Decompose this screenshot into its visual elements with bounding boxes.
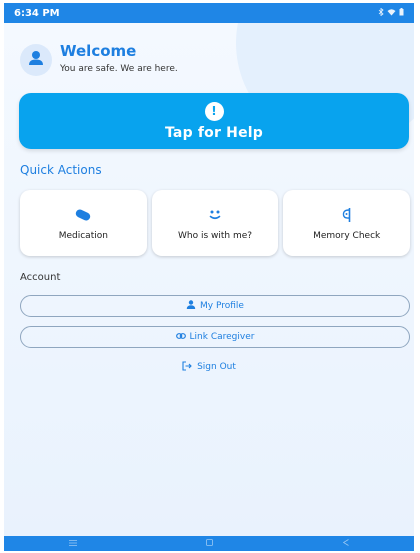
home-screen: Welcome You are safe. We are here. ! Tap…: [4, 23, 414, 536]
bluetooth-icon: [378, 7, 384, 18]
logout-icon: [182, 360, 192, 374]
sign-out-label: Sign Out: [197, 362, 236, 372]
account-title: Account: [20, 272, 61, 283]
sign-out-button[interactable]: Sign Out: [4, 360, 414, 374]
welcome-header: Welcome You are safe. We are here.: [20, 41, 178, 76]
status-time: 6:34 PM: [14, 7, 60, 19]
brain-icon: [341, 206, 353, 224]
person-icon: [186, 300, 196, 312]
link-caregiver-button[interactable]: Link Caregiver: [20, 326, 410, 348]
avatar: [20, 44, 52, 76]
medication-label: Medication: [58, 230, 108, 241]
wifi-icon: [387, 8, 396, 18]
memory-check-card[interactable]: Memory Check: [283, 190, 411, 256]
status-icons: [378, 7, 404, 18]
who-is-with-me-label: Who is with me?: [177, 230, 253, 241]
pill-icon: [74, 206, 92, 224]
status-bar: 6:34 PM: [4, 3, 414, 23]
medication-card[interactable]: Medication: [20, 190, 147, 256]
system-nav-bar: [4, 536, 414, 551]
my-profile-label: My Profile: [200, 301, 244, 311]
quick-actions-grid: Medication Who is with me? Memory Check: [20, 190, 411, 256]
help-button-label: Tap for Help: [164, 124, 263, 141]
who-is-with-me-card[interactable]: Who is with me?: [151, 190, 279, 256]
memory-check-label: Memory Check: [313, 230, 381, 241]
alert-icon: !: [204, 101, 224, 121]
welcome-title: Welcome: [60, 42, 137, 60]
welcome-text: Welcome You are safe. We are here.: [60, 41, 178, 74]
tap-for-help-button[interactable]: ! Tap for Help: [19, 93, 409, 149]
battery-icon: [399, 8, 404, 18]
link-caregiver-label: Link Caregiver: [189, 332, 255, 342]
link-icon: [175, 332, 186, 342]
device-frame: 6:34 PM Welcome You are safe. We are her…: [0, 0, 420, 553]
user-icon: [26, 48, 46, 72]
home-icon[interactable]: [206, 539, 214, 548]
smile-icon: [208, 206, 222, 224]
quick-actions-title: Quick Actions: [20, 163, 102, 177]
back-icon[interactable]: [342, 539, 349, 548]
menu-icon[interactable]: [68, 539, 77, 548]
welcome-subtitle: You are safe. We are here.: [60, 64, 178, 74]
my-profile-button[interactable]: My Profile: [20, 295, 410, 317]
